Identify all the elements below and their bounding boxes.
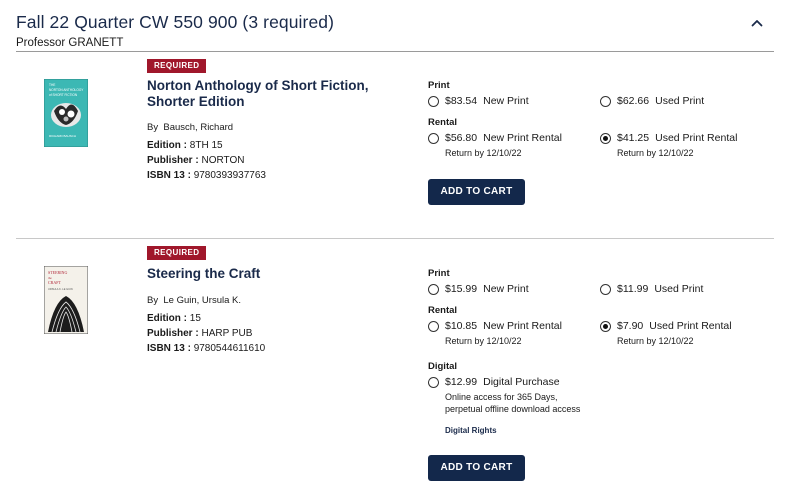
publisher-row: Publisher : HARP PUB <box>147 326 265 341</box>
author-prefix: By <box>147 295 159 306</box>
option-used-print[interactable]: $11.99 Used Print <box>600 283 703 296</box>
svg-text:NORTON ANTHOLOGY: NORTON ANTHOLOGY <box>49 88 84 92</box>
edition-value: 8TH 15 <box>189 140 223 151</box>
print-group-label: Print <box>428 80 450 91</box>
isbn-value: 9780393937763 <box>193 170 266 181</box>
digital-access-note: perpetual offline download access <box>445 404 581 414</box>
radio-button[interactable] <box>428 284 439 295</box>
book-details: By Bausch, Richard Edition : 8TH 15 Publ… <box>147 120 266 183</box>
return-by-note: Return by 12/10/22 <box>445 336 522 346</box>
option-used-print[interactable]: $62.66 Used Print <box>600 95 704 108</box>
book-title[interactable]: Norton Anthology of Short Fiction, Short… <box>147 78 407 110</box>
edition-label: Edition : <box>147 313 187 324</box>
option-new-print[interactable]: $15.99 New Print <box>428 283 529 296</box>
option-price: $62.66 <box>617 95 650 107</box>
radio-button[interactable] <box>428 96 439 107</box>
svg-text:CRAFT: CRAFT <box>48 280 61 285</box>
option-price: $41.25 <box>617 132 650 144</box>
option-label: Used Print <box>654 283 704 295</box>
digital-group-label: Digital <box>428 361 458 372</box>
edition-row: Edition : 15 <box>147 311 265 326</box>
option-new-print[interactable]: $83.54 New Print <box>428 95 529 108</box>
isbn-row: ISBN 13 : 9780544611610 <box>147 341 265 356</box>
option-label: Used Print <box>655 95 705 107</box>
author-name: Le Guin, Ursula K. <box>163 295 241 306</box>
option-price: $10.85 <box>445 320 478 332</box>
rental-group-label: Rental <box>428 305 458 316</box>
print-group-label: Print <box>428 268 450 279</box>
svg-text:STEERING: STEERING <box>48 270 67 275</box>
option-price: $15.99 <box>445 283 478 295</box>
radio-button-selected[interactable] <box>600 133 611 144</box>
add-to-cart-button[interactable]: ADD TO CART <box>428 455 525 481</box>
radio-button[interactable] <box>600 96 611 107</box>
return-by-note: Return by 12/10/22 <box>617 148 694 158</box>
option-new-print-rental[interactable]: $56.80 New Print Rental Return by 12/10/2… <box>428 132 562 159</box>
digital-access-note: Online access for 365 Days, <box>445 392 558 402</box>
isbn-value: 9780544611610 <box>193 343 266 354</box>
author-prefix: By <box>147 122 159 133</box>
edition-value: 15 <box>189 313 201 324</box>
publisher-label: Publisher : <box>147 328 199 339</box>
option-price: $11.99 <box>617 283 649 295</box>
course-header: Fall 22 Quarter CW 550 900 (3 required) … <box>0 0 790 52</box>
book-cover-image: THE NORTON ANTHOLOGY of SHORT FICTION RI… <box>44 79 88 147</box>
edition-label: Edition : <box>147 140 187 151</box>
publisher-row: Publisher : NORTON <box>147 153 266 168</box>
option-label: Used Print Rental <box>649 320 732 332</box>
publisher-value: NORTON <box>201 155 245 166</box>
option-price: $7.90 <box>617 320 644 332</box>
isbn-row: ISBN 13 : 9780393937763 <box>147 168 266 183</box>
chevron-up-icon[interactable] <box>748 14 766 32</box>
option-used-print-rental[interactable]: $7.90 Used Print Rental Return by 12/10/2… <box>600 320 732 347</box>
book-details: By Le Guin, Ursula K. Edition : 15 Publi… <box>147 293 265 356</box>
option-label: Used Print Rental <box>655 132 738 144</box>
radio-button-selected[interactable] <box>600 321 611 332</box>
book-title[interactable]: Steering the Craft <box>147 266 407 282</box>
option-label: New Print Rental <box>483 320 562 332</box>
author-name: Bausch, Richard <box>163 122 234 133</box>
svg-text:URSULA K. LE GUIN: URSULA K. LE GUIN <box>48 287 73 291</box>
publisher-label: Publisher : <box>147 155 199 166</box>
radio-button[interactable] <box>428 377 439 388</box>
digital-rights-link[interactable]: Digital Rights <box>445 426 497 435</box>
required-badge: REQUIRED <box>147 246 207 260</box>
return-by-note: Return by 12/10/22 <box>445 148 522 158</box>
option-label: New Print Rental <box>483 132 562 144</box>
radio-button[interactable] <box>428 133 439 144</box>
professor-name: Professor GRANETT <box>16 37 124 49</box>
option-label: New Print <box>483 283 529 295</box>
option-price: $12.99 <box>445 376 478 388</box>
svg-text:of SHORT FICTION: of SHORT FICTION <box>49 93 78 97</box>
option-price: $56.80 <box>445 132 478 144</box>
author-row: By Bausch, Richard <box>147 120 266 135</box>
svg-text:THE: THE <box>49 83 55 87</box>
option-label: New Print <box>483 95 529 107</box>
edition-row: Edition : 8TH 15 <box>147 138 266 153</box>
radio-button[interactable] <box>428 321 439 332</box>
course-title: Fall 22 Quarter CW 550 900 (3 required) <box>16 12 335 32</box>
header-divider <box>16 51 774 52</box>
radio-button[interactable] <box>600 284 611 295</box>
option-label: Digital Purchase <box>483 376 560 388</box>
option-digital-purchase[interactable]: $12.99 Digital Purchase Online access for… <box>428 376 580 415</box>
book-cover-image: STEERING the CRAFT URSULA K. LE GUIN <box>44 266 88 334</box>
option-price: $83.54 <box>445 95 478 107</box>
option-new-print-rental[interactable]: $10.85 New Print Rental Return by 12/10/2… <box>428 320 562 347</box>
publisher-value: HARP PUB <box>201 328 253 339</box>
return-by-note: Return by 12/10/22 <box>617 336 694 346</box>
isbn-label: ISBN 13 : <box>147 343 191 354</box>
add-to-cart-button[interactable]: ADD TO CART <box>428 179 525 205</box>
isbn-label: ISBN 13 : <box>147 170 191 181</box>
author-row: By Le Guin, Ursula K. <box>147 293 265 308</box>
required-badge: REQUIRED <box>147 59 207 73</box>
rental-group-label: Rental <box>428 117 458 128</box>
option-used-print-rental[interactable]: $41.25 Used Print Rental Return by 12/10/… <box>600 132 737 159</box>
book-divider <box>16 238 774 239</box>
svg-text:RICHARD BAUSCH: RICHARD BAUSCH <box>49 134 76 138</box>
